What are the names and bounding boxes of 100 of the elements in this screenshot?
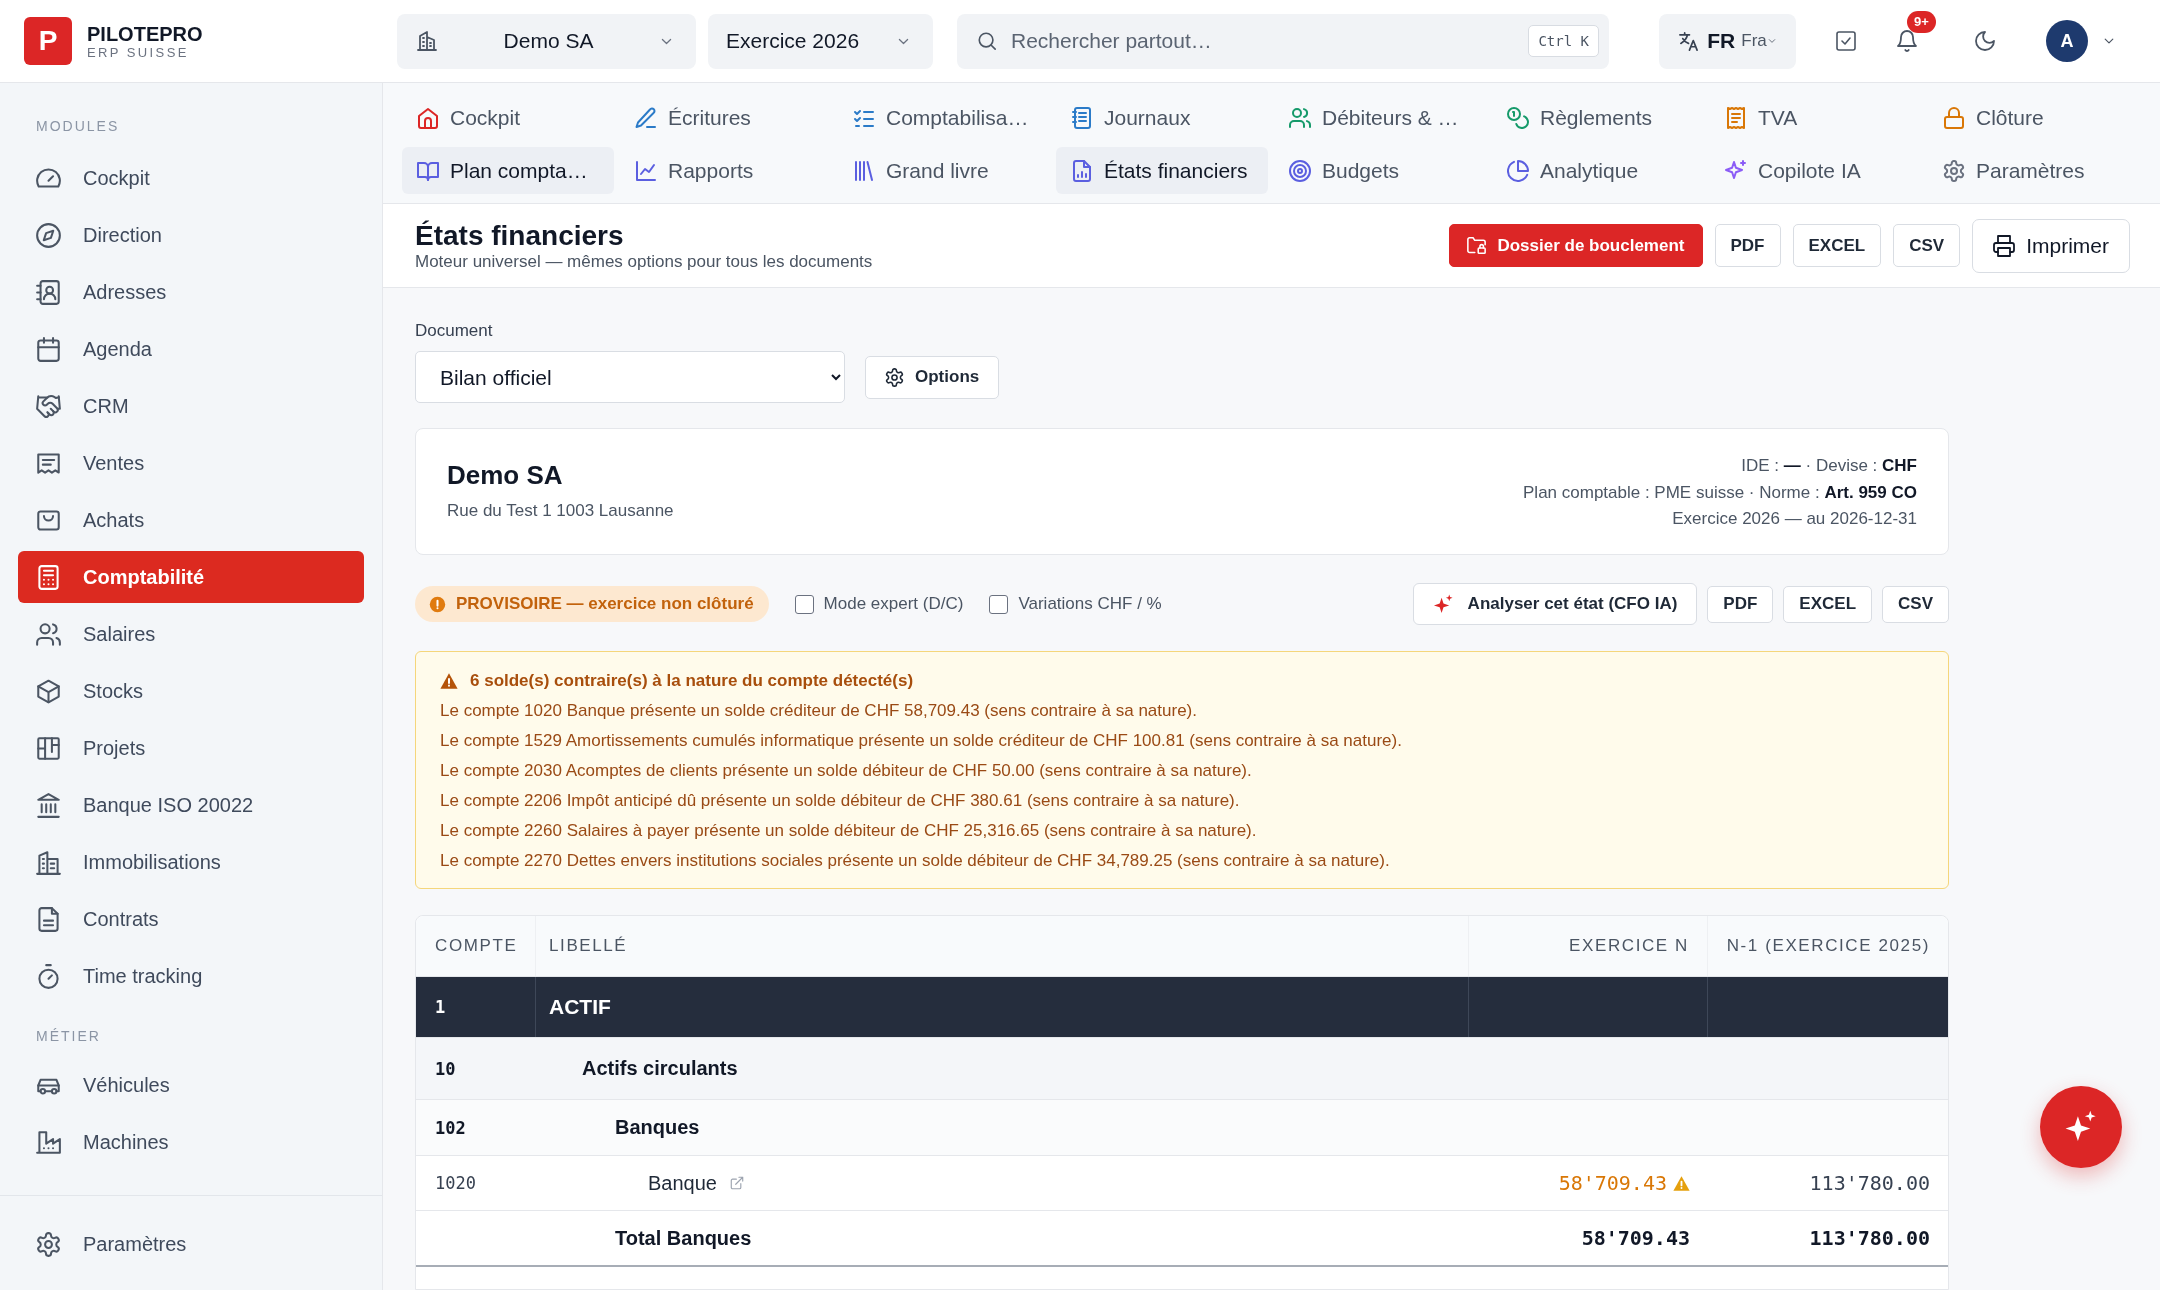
calculator-icon — [36, 564, 61, 590]
user-avatar[interactable]: A — [2046, 20, 2088, 62]
nav-tab[interactable]: Cockpit — [402, 94, 614, 141]
search-input[interactable]: Rechercher partout… — [1011, 25, 1529, 57]
printer-icon — [1993, 234, 2016, 257]
sidebar-item[interactable]: Immobilisations — [18, 836, 364, 888]
nav-tab[interactable]: Écritures — [620, 94, 832, 141]
factory-icon — [36, 1129, 61, 1155]
bell-icon[interactable] — [1896, 30, 1918, 52]
sidebar-item[interactable]: Cockpit — [18, 152, 364, 204]
column-header: EXERCICE N — [1569, 936, 1689, 956]
nav-tab[interactable]: Plan compta… — [402, 147, 614, 194]
nav-tab[interactable]: Analytique — [1492, 147, 1704, 194]
box-icon — [36, 678, 61, 704]
sidebar-item[interactable]: Projets — [18, 722, 364, 774]
document-icon — [36, 906, 61, 932]
nav-tab[interactable]: Grand livre — [838, 147, 1050, 194]
search-field[interactable]: Rechercher partout… Ctrl K — [957, 13, 1609, 69]
amount: 113'780.00 — [1809, 1171, 1930, 1195]
nav-tab[interactable]: Comptabilisa… — [838, 94, 1050, 141]
alert-title: 6 solde(s) contraire(s) à la nature du compte détecté(s) — [470, 670, 914, 692]
settings-icon — [885, 367, 904, 387]
board-icon — [36, 735, 61, 761]
app-logo[interactable]: P — [24, 17, 72, 65]
chevron-down-icon — [1766, 36, 1777, 46]
sidebar-item[interactable]: Paramètres — [18, 1218, 364, 1270]
nav-tab[interactable]: Budgets — [1274, 147, 1486, 194]
sidebar-item[interactable]: Agenda — [18, 323, 364, 375]
nav-tab[interactable]: Paramètres — [1928, 147, 2140, 194]
sidebar-item[interactable]: Banque ISO 20022 — [18, 779, 364, 831]
fiscal-year-select[interactable]: Exercice 2026 — [708, 13, 933, 69]
translate-icon — [1678, 30, 1700, 52]
sidebar-item[interactable]: Contrats — [18, 893, 364, 945]
nav-tab[interactable]: TVA — [1710, 94, 1922, 141]
field-label: Document — [415, 321, 494, 341]
language-select[interactable]: FR Fra — [1659, 13, 1796, 69]
account-number: 1020 — [435, 1173, 476, 1193]
nav-tab[interactable]: États financiers — [1056, 147, 1268, 194]
sidebar-item[interactable]: Direction — [18, 209, 364, 261]
document-select[interactable]: Bilan officiel — [415, 351, 845, 403]
export-button[interactable]: PDF — [1714, 224, 1781, 267]
sidebar-item[interactable]: CRM — [18, 380, 364, 432]
export-button[interactable]: CSV — [1893, 224, 1961, 267]
export-button[interactable]: EXCEL — [1792, 224, 1882, 267]
status-text: PROVISOIRE — exercice non clôturé — [456, 594, 754, 614]
section-label: MODULES — [35, 117, 121, 135]
print-button[interactable]: Imprimer — [1972, 218, 2130, 273]
compass-icon — [36, 222, 61, 248]
assistant-button[interactable] — [2040, 1086, 2122, 1168]
brand-tagline: ERP SUISSE — [87, 44, 190, 60]
contact-card-icon — [36, 279, 61, 305]
shortcut-key: Ctrl K — [1528, 25, 1599, 57]
checkbox[interactable] — [989, 594, 1009, 614]
moon-icon[interactable] — [1974, 30, 1996, 52]
alert-message: Le compte 1020 Banque présente un solde créditeur de CHF 58,709.43 (sens contraire à sa nature). — [440, 700, 1198, 722]
sidebar-item[interactable]: Stocks — [18, 665, 364, 717]
sidebar-item[interactable]: Salaires — [18, 608, 364, 660]
export-button[interactable]: EXCEL — [1783, 585, 1873, 623]
alert-message: Le compte 2260 Salaires à payer présente un solde débiteur de CHF 25,316.65 (sens contraire à sa nature). — [440, 820, 1258, 842]
sidebar-item[interactable]: Time tracking — [18, 950, 364, 1002]
company-name: Demo SA — [447, 459, 564, 491]
column-header: N-1 (EXERCICE 2025) — [1726, 936, 1930, 956]
check-square-icon[interactable] — [1835, 30, 1857, 52]
company-detail: Exercice 2026 — au 2026-12-31 — [1671, 508, 1917, 530]
sidebar-item[interactable]: Comptabilité — [18, 551, 364, 603]
nav-tab[interactable]: Copilote IA — [1710, 147, 1922, 194]
company-select[interactable]: Demo SA — [397, 13, 696, 69]
receipt-icon — [36, 450, 61, 476]
checkbox-label[interactable]: Variations CHF / % — [1018, 594, 1162, 614]
nav-tab[interactable]: Débiteurs & … — [1274, 94, 1486, 141]
alert-message: Le compte 2206 Impôt anticipé dû présente un solde débiteur de CHF 380.61 (sens contraire à sa nature). — [440, 790, 1241, 812]
section-label: MÉTIER — [35, 1027, 102, 1045]
account-name: Banque — [648, 1171, 717, 1195]
alert-message: Le compte 2270 Dettes envers institutions sociales présente un solde débiteur de CHF 34,789.25 (sens contraire à sa nature). — [440, 850, 1391, 872]
sidebar-item[interactable]: Machines — [18, 1116, 364, 1168]
account-name: ACTIF — [549, 995, 611, 1019]
sidebar-item[interactable]: Véhicules — [18, 1059, 364, 1111]
export-button[interactable]: PDF — [1707, 585, 1774, 623]
sidebar-item[interactable]: Ventes — [18, 437, 364, 489]
primary-button[interactable]: Dossier de bouclement — [1449, 224, 1703, 267]
options-button[interactable]: Options — [865, 355, 1000, 399]
search-icon — [977, 31, 997, 51]
company-address: Rue du Test 1 1003 Lausanne — [447, 501, 674, 521]
account-name: Banques — [615, 1116, 700, 1139]
alert-message: Le compte 2030 Acomptes de clients présente un solde débiteur de CHF 50.00 (sens contraire à sa nature). — [440, 760, 1253, 782]
nav-tab[interactable]: Règlements — [1492, 94, 1704, 141]
users-icon — [36, 621, 61, 647]
checkbox-label[interactable]: Mode expert (D/C) — [823, 594, 964, 614]
nav-tab[interactable]: Rapports — [620, 147, 832, 194]
sidebar-item[interactable]: Achats — [18, 494, 364, 546]
brand-name: PILOTEPRO — [87, 22, 203, 45]
sidebar-item[interactable]: Adresses — [18, 266, 364, 318]
alert-message: Le compte 1529 Amortissements cumulés informatique présente un solde créditeur de CHF 100.81 (sens contraire à sa nature). — [440, 730, 1403, 752]
folder-lock-icon — [1467, 236, 1487, 255]
calendar-icon — [36, 336, 61, 362]
nav-tab[interactable]: Journaux — [1056, 94, 1268, 141]
analyze-button[interactable]: Analyser cet état (CFO IA) — [1412, 583, 1698, 625]
nav-tab[interactable]: Clôture — [1928, 94, 2140, 141]
checkbox[interactable] — [794, 594, 814, 614]
export-button[interactable]: CSV — [1882, 585, 1949, 623]
